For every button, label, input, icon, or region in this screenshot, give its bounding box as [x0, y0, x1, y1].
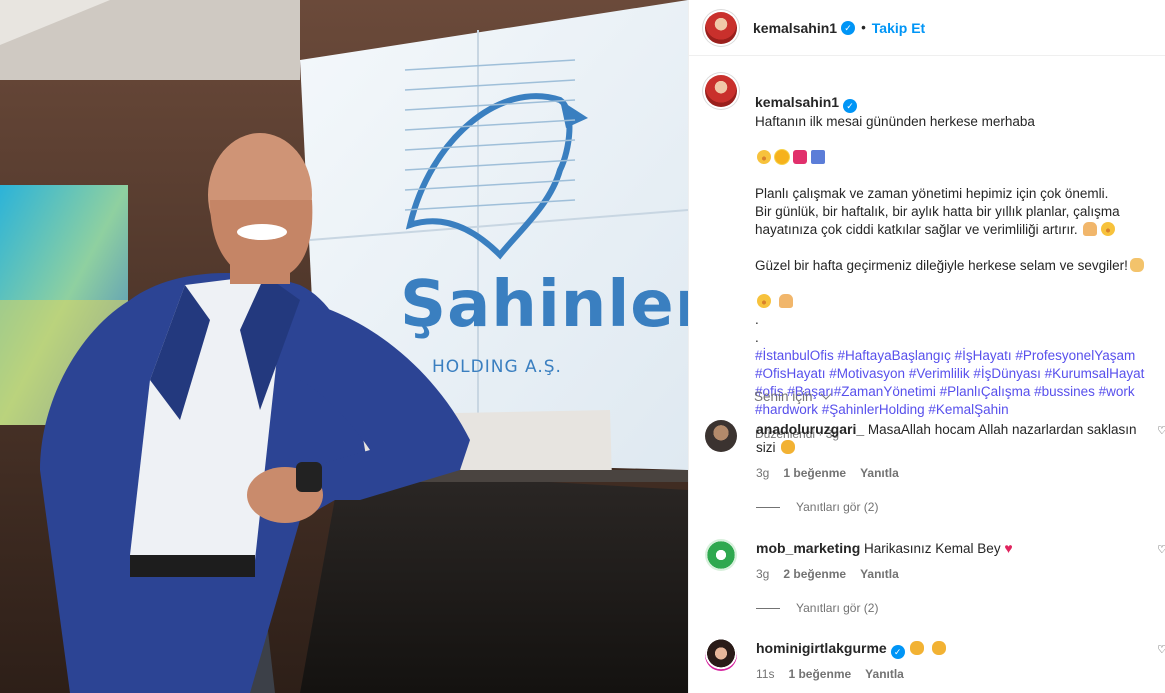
like-comment-heart-icon[interactable]: ♡ — [1157, 424, 1165, 437]
comment-text: mob_marketing Harikasınız Kemal Bey ♥ — [756, 539, 1146, 558]
clapping-hands-emoji-icon — [932, 641, 947, 655]
comment-time: 11s — [756, 667, 775, 681]
commenter-avatar[interactable] — [705, 420, 737, 452]
smiling-face-emoji-icon — [757, 294, 771, 308]
caption-username[interactable]: kemalsahin1 — [755, 94, 839, 110]
like-comment-heart-icon[interactable]: ♡ — [1157, 543, 1165, 556]
smiling-face-emoji-icon — [1101, 222, 1116, 236]
comment-body: Harikasınız Kemal Bey — [864, 541, 1001, 556]
sun-emoji-icon — [775, 150, 789, 164]
view-replies-label: Yanıtları gör (2) — [796, 601, 879, 615]
smiling-face-emoji-icon — [757, 150, 771, 164]
comment-time: 3g — [756, 567, 770, 581]
caption-paragraph-3: Güzel bir hafta geçirmeniz dileğiyle her… — [755, 258, 1128, 273]
comment-likes[interactable]: 1 beğenme — [788, 667, 851, 681]
follow-button[interactable]: Takip Et — [872, 20, 925, 36]
telephone-emoji-icon — [793, 150, 807, 164]
waving-hand-emoji-icon — [1129, 258, 1144, 272]
commenter-username[interactable]: anadoluruzgari_ — [756, 421, 864, 437]
comment-meta: 3g 2 beğenme Yanıtla — [756, 567, 913, 581]
comment-meta: 11s 1 beğenme Yanıtla — [756, 667, 918, 681]
view-replies-label: Yanıtları gör (2) — [796, 500, 879, 514]
comment-likes[interactable]: 2 beğenme — [783, 567, 846, 581]
caption-line1: Haftanın ilk mesai gününden herkese merh… — [755, 114, 1035, 129]
comment-sort-dropdown[interactable]: Senin için — [754, 388, 832, 404]
logo-text: Şahinler — [400, 268, 688, 342]
reply-button[interactable]: Yanıtla — [860, 466, 899, 480]
folded-hands-emoji-icon — [778, 294, 793, 308]
separator-dot: • — [861, 20, 866, 35]
caption-author-avatar[interactable] — [705, 75, 737, 107]
author-avatar[interactable] — [705, 11, 737, 44]
comment-likes[interactable]: 1 beğenme — [783, 466, 846, 480]
caption-hashtags[interactable]: #İstanbulOfis #HaftayaBaşlangıç #İşHayat… — [755, 347, 1160, 419]
post-side-panel: kemalsahin1 ✓ • Takip Et kemalsahin1 ✓ Ha… — [688, 0, 1165, 693]
view-replies-button[interactable]: Yanıtları gör (2) — [756, 601, 878, 615]
heart-emoji-icon: ♥ — [1004, 540, 1013, 556]
verified-badge-icon: ✓ — [890, 645, 905, 659]
verified-badge-icon: ✓ — [841, 20, 856, 35]
caption-dot-1: . — [755, 312, 759, 327]
clapping-hands-emoji-icon — [910, 641, 925, 655]
commenter-avatar[interactable] — [705, 539, 737, 571]
comment-time: 3g — [756, 466, 770, 480]
folded-hands-emoji-icon — [1083, 222, 1098, 236]
chevron-down-icon — [820, 388, 832, 400]
comment-sort-label: Senin için — [754, 389, 813, 404]
post-view: Şahinler HOLDING A.Ş. kemalsahin1 ✓ • Ta… — [0, 0, 1165, 693]
commenter-avatar[interactable] — [705, 639, 737, 671]
replies-divider — [756, 506, 780, 508]
view-replies-button[interactable]: Yanıtları gör (2) — [756, 500, 878, 514]
reply-button[interactable]: Yanıtla — [860, 567, 899, 581]
caption-paragraph-2: Planlı çalışmak ve zaman yönetimi hepimi… — [755, 186, 1120, 237]
replies-divider — [756, 607, 780, 609]
photo-illustration — [0, 0, 688, 693]
comments-scroll-area[interactable]: kemalsahin1 ✓ Haftanın ilk mesai gününden… — [689, 57, 1165, 693]
logo-subtitle: HOLDING A.Ş. — [432, 357, 562, 377]
like-comment-heart-icon[interactable]: ♡ — [1157, 643, 1165, 656]
commenter-username[interactable]: mob_marketing — [756, 540, 860, 556]
comment-text: anadoluruzgari_ MasaAllah hocam Allah na… — [756, 420, 1146, 457]
inbox-tray-emoji-icon — [811, 150, 825, 164]
caption-dot-2: . — [755, 330, 759, 345]
post-header: kemalsahin1 ✓ • Takip Et — [689, 0, 1165, 56]
post-photo[interactable]: Şahinler HOLDING A.Ş. — [0, 0, 688, 693]
commenter-username[interactable]: hominigirtlakgurme — [756, 640, 887, 656]
comment-meta: 3g 1 beğenme Yanıtla — [756, 466, 913, 480]
caption-body: kemalsahin1 ✓ Haftanın ilk mesai gününden… — [755, 75, 1160, 443]
verified-badge-icon: ✓ — [843, 99, 858, 113]
comment-text: hominigirtlakgurme ✓ — [756, 639, 1146, 659]
clapping-hands-emoji-icon — [781, 440, 796, 454]
author-username[interactable]: kemalsahin1 — [753, 20, 837, 36]
reply-button[interactable]: Yanıtla — [865, 667, 904, 681]
